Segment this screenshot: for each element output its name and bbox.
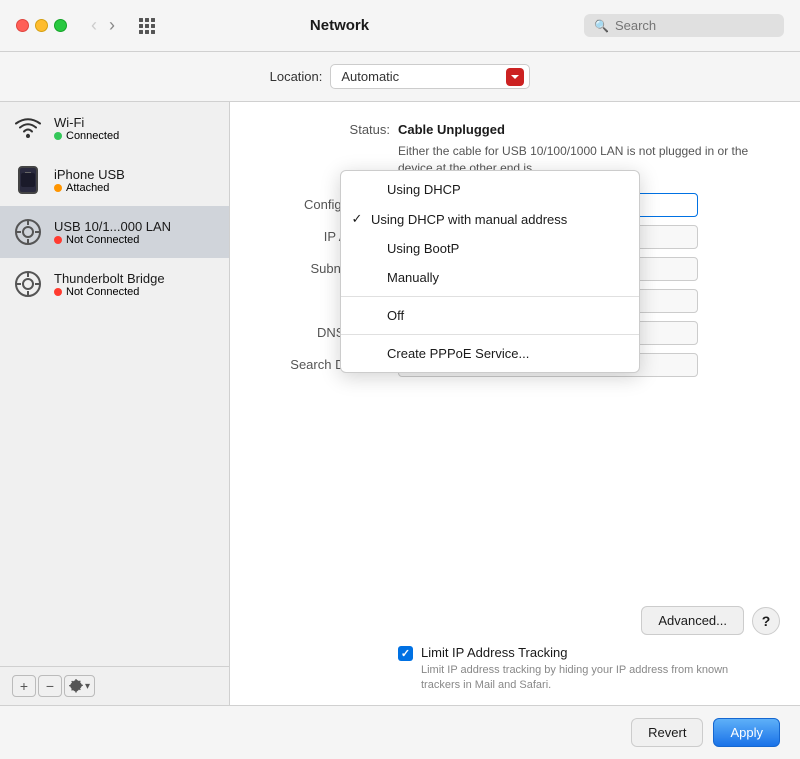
sidebar-wifi-text: Wi-Fi Connected xyxy=(54,115,119,142)
dropdown-item-off[interactable]: Off xyxy=(341,301,639,330)
sidebar-iphone-status: Attached xyxy=(54,182,125,194)
usb-lan-icon xyxy=(12,216,44,248)
help-button[interactable]: ? xyxy=(752,607,780,635)
checkbox-sublabel: Limit IP address tracking by hiding your… xyxy=(421,663,770,694)
title-bar: ‹ › Network 🔍 xyxy=(0,0,800,52)
sidebar-list: Wi-Fi Connected iPhone USB xyxy=(0,102,229,666)
location-select[interactable]: Automatic xyxy=(330,64,530,89)
sidebar-usb-status: Not Connected xyxy=(54,234,171,246)
checkmark-using-dhcp-manual: ✓ xyxy=(349,211,365,227)
limit-ip-tracking-row: ✓ Limit IP Address Tracking Limit IP add… xyxy=(398,385,770,694)
dropdown-label-create-pppoe: Create PPPoE Service... xyxy=(387,346,529,361)
revert-button[interactable]: Revert xyxy=(631,718,703,747)
limit-ip-text: Limit IP Address Tracking Limit IP addre… xyxy=(421,645,770,694)
remove-network-button[interactable]: − xyxy=(38,675,62,697)
dropdown-divider-2 xyxy=(341,334,639,335)
close-button[interactable] xyxy=(16,19,29,32)
location-bar: Location: Automatic xyxy=(0,52,800,102)
sidebar-wifi-status: Connected xyxy=(54,130,119,142)
checkmark-off xyxy=(365,308,381,323)
sidebar-item-wifi[interactable]: Wi-Fi Connected xyxy=(0,102,229,154)
status-label: Status: xyxy=(260,122,390,137)
sidebar-iphone-name: iPhone USB xyxy=(54,167,125,182)
sidebar-item-thunderbolt[interactable]: Thunderbolt Bridge Not Connected xyxy=(0,258,229,310)
sidebar: Wi-Fi Connected iPhone USB xyxy=(0,102,230,705)
dropdown-label-using-bootp: Using BootP xyxy=(387,241,459,256)
dropdown-menu: Using DHCP ✓ Using DHCP with manual addr… xyxy=(340,170,640,373)
advanced-button[interactable]: Advanced... xyxy=(641,606,744,635)
dropdown-divider-1 xyxy=(341,296,639,297)
maximize-button[interactable] xyxy=(54,19,67,32)
sidebar-usb-text: USB 10/1...000 LAN Not Connected xyxy=(54,219,171,246)
gear-menu-button[interactable]: ▾ xyxy=(64,675,95,697)
status-dot-green xyxy=(54,132,62,140)
status-dot-red xyxy=(54,236,62,244)
search-bar[interactable]: 🔍 xyxy=(584,14,784,37)
checkbox-label: Limit IP Address Tracking xyxy=(421,645,770,660)
sidebar-item-usb-lan[interactable]: USB 10/1...000 LAN Not Connected xyxy=(0,206,229,258)
dropdown-item-using-dhcp[interactable]: Using DHCP xyxy=(341,175,639,204)
status-row: Status: Cable Unplugged xyxy=(260,122,770,137)
limit-ip-checkbox[interactable]: ✓ xyxy=(398,646,413,661)
apply-button[interactable]: Apply xyxy=(713,718,780,747)
gear-dropdown-arrow: ▾ xyxy=(85,681,90,692)
checkmark-using-dhcp xyxy=(365,182,381,197)
dropdown-item-using-dhcp-manual[interactable]: ✓ Using DHCP with manual address xyxy=(341,204,639,234)
sidebar-usb-name: USB 10/1...000 LAN xyxy=(54,219,171,234)
search-input[interactable] xyxy=(615,18,774,33)
bottom-bar: Revert Apply xyxy=(0,705,800,759)
dropdown-item-create-pppoe[interactable]: Create PPPoE Service... xyxy=(341,339,639,368)
search-icon: 🔍 xyxy=(594,19,609,33)
location-label: Location: xyxy=(270,69,323,84)
dropdown-item-using-bootp[interactable]: Using BootP xyxy=(341,234,639,263)
sidebar-thunderbolt-status: Not Connected xyxy=(54,286,165,298)
add-network-button[interactable]: + xyxy=(12,675,36,697)
thunderbolt-icon xyxy=(12,268,44,300)
wifi-icon xyxy=(12,112,44,144)
dropdown-label-off: Off xyxy=(387,308,404,323)
dropdown-label-using-dhcp-manual: Using DHCP with manual address xyxy=(371,212,567,227)
checkmark-manually xyxy=(365,270,381,285)
minimize-button[interactable] xyxy=(35,19,48,32)
traffic-lights xyxy=(16,19,67,32)
status-dot-red2 xyxy=(54,288,62,296)
gear-icon xyxy=(69,679,83,693)
phone-icon xyxy=(12,164,44,196)
sidebar-item-iphone-usb[interactable]: iPhone USB Attached xyxy=(0,154,229,206)
main-content: Wi-Fi Connected iPhone USB xyxy=(0,102,800,705)
checkmark-create-pppoe xyxy=(365,346,381,361)
sidebar-bottom: + − ▾ xyxy=(0,666,229,705)
dropdown-label-manually: Manually xyxy=(387,270,439,285)
checkbox-checkmark: ✓ xyxy=(401,647,410,660)
dropdown-item-manually[interactable]: Manually xyxy=(341,263,639,292)
sidebar-iphone-text: iPhone USB Attached xyxy=(54,167,125,194)
checkmark-using-bootp xyxy=(365,241,381,256)
sidebar-wifi-name: Wi-Fi xyxy=(54,115,119,130)
dropdown-label-using-dhcp: Using DHCP xyxy=(387,182,461,197)
status-value: Cable Unplugged xyxy=(398,122,505,137)
back-button[interactable]: ‹ xyxy=(87,13,101,38)
advanced-area: Advanced... ? xyxy=(641,606,780,635)
detail-panel: Status: Cable Unplugged Either the cable… xyxy=(230,102,800,705)
page-title: Network xyxy=(107,17,572,34)
location-select-wrapper: Automatic xyxy=(330,64,530,89)
sidebar-thunderbolt-text: Thunderbolt Bridge Not Connected xyxy=(54,271,165,298)
status-dot-yellow xyxy=(54,184,62,192)
sidebar-thunderbolt-name: Thunderbolt Bridge xyxy=(54,271,165,286)
